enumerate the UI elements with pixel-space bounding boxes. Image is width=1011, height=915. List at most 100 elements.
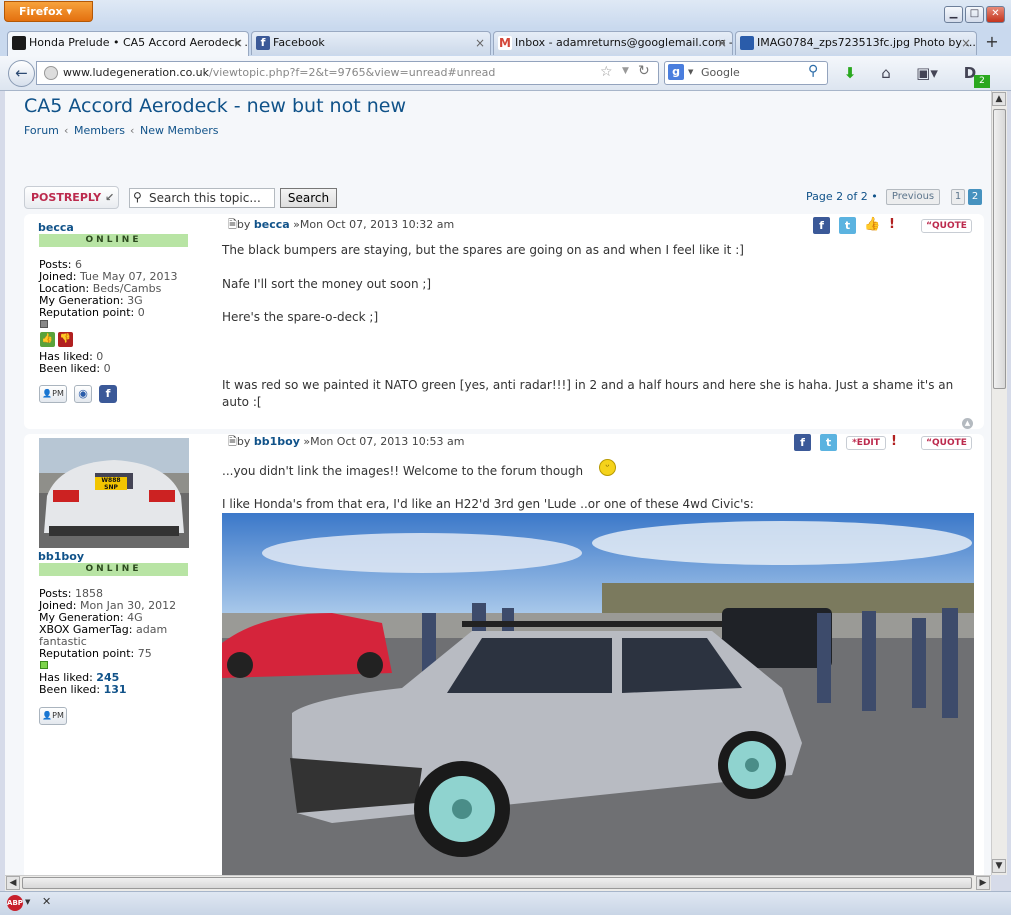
report-warning-icon[interactable]: ! [889, 217, 895, 232]
history-dropdown-icon[interactable]: ▼ [622, 66, 629, 76]
post-body-line: Nafe I'll sort the money out soon ;] [222, 277, 432, 291]
topic-title[interactable]: CA5 Accord Aerodeck - new but not new [24, 95, 406, 117]
address-bar[interactable]: www.ludegeneration.co.uk/viewtopic.php?f… [36, 61, 659, 85]
title-bar [0, 0, 1011, 28]
post-body-line: ...you didn't link the images!! Welcome … [222, 464, 584, 478]
horizontal-scroll-thumb[interactable] [22, 877, 972, 889]
quote-button[interactable]: “QUOTE [921, 436, 972, 450]
scroll-right-arrow[interactable]: ▶ [976, 876, 990, 890]
adblock-dropdown-icon[interactable]: ▼ [25, 898, 30, 906]
tab-gmail-inbox[interactable]: M Inbox - adamreturns@googlemail.com - .… [493, 31, 733, 55]
civic-photo [222, 513, 974, 875]
tab-honda-prelude[interactable]: Honda Prelude • CA5 Accord Aerodeck ... … [7, 31, 249, 56]
close-tab-icon[interactable]: × [961, 32, 971, 54]
reputation-bar-icon [40, 320, 48, 328]
facebook-profile-icon[interactable]: f [99, 385, 117, 403]
post-body-line: The black bumpers are staying, but the s… [222, 243, 744, 257]
reply-arrow-icon: ↙ [105, 191, 115, 204]
breadcrumb-separator: ‹ [130, 124, 135, 137]
close-tab-icon[interactable]: × [475, 32, 485, 54]
page-2-current: 2 [968, 189, 982, 205]
thanks-thumb-icon[interactable]: 👍 [864, 217, 880, 232]
tab-facebook[interactable]: f Facebook × [251, 31, 491, 55]
home-icon[interactable]: ⌂ [876, 63, 896, 83]
share-twitter-icon[interactable]: t [839, 217, 856, 234]
new-tab-button[interactable]: + [979, 31, 1005, 54]
online-status-badge: ONLINE [39, 234, 188, 247]
private-message-button[interactable]: 👤PM [39, 707, 67, 725]
breadcrumb-new-members[interactable]: New Members [140, 124, 218, 137]
bookmark-star-icon[interactable]: ☆ [600, 64, 613, 80]
site-identity-icon[interactable] [44, 66, 58, 80]
breadcrumb-members[interactable]: Members [74, 124, 125, 137]
post-image[interactable] [222, 513, 974, 875]
page-1-button[interactable]: 1 [951, 189, 965, 205]
edit-button[interactable]: *EDIT [846, 436, 886, 450]
close-tab-icon[interactable]: × [717, 32, 727, 54]
google-engine-icon[interactable]: g [668, 64, 684, 80]
tab-photobucket[interactable]: IMAG0784_zps723513fc.jpg Photo by ... × [735, 31, 977, 55]
scroll-down-arrow[interactable]: ▼ [992, 859, 1006, 873]
previous-page-button[interactable]: Previous [886, 189, 940, 205]
share-twitter-icon[interactable]: t [820, 434, 837, 451]
reload-icon[interactable]: ↻ [638, 63, 650, 79]
topic-search-button[interactable]: Search [280, 188, 337, 208]
minimize-button[interactable]: ▁ [944, 6, 963, 23]
online-status-badge: ONLINE [39, 563, 188, 576]
share-facebook-icon[interactable]: f [794, 434, 811, 451]
post-header: 🗎by becca »Mon Oct 07, 2013 10:32 am [228, 218, 455, 231]
scroll-up-arrow[interactable]: ▲ [992, 92, 1006, 106]
facebook-favicon-icon: f [256, 36, 270, 50]
close-tab-icon[interactable]: × [233, 32, 243, 54]
breadcrumb-forum[interactable]: Forum [24, 124, 59, 137]
post-author-link[interactable]: bb1boy [254, 435, 300, 448]
adblock-plus-icon[interactable]: ABP [7, 895, 23, 911]
like-thumb-icon[interactable]: 👍 [40, 332, 55, 347]
close-window-button[interactable]: ✕ [986, 6, 1005, 23]
profile-stats: Posts: 1858 Joined: Mon Jan 30, 2012 My … [39, 587, 177, 660]
back-to-top-icon[interactable]: ▲ [962, 418, 973, 429]
tab-title: Facebook [273, 36, 325, 49]
post-author-link[interactable]: becca [254, 218, 290, 231]
breadcrumb-separator: ‹ [64, 124, 69, 137]
photobucket-favicon-icon [740, 36, 754, 50]
vertical-scroll-thumb[interactable] [993, 109, 1006, 389]
maximize-button[interactable]: □ [965, 6, 984, 23]
scroll-left-arrow[interactable]: ◀ [6, 876, 20, 890]
tab-title: Inbox - adamreturns@googlemail.com - ... [515, 36, 733, 49]
author-name[interactable]: bb1boy [38, 550, 84, 563]
downloads-icon[interactable]: ⬇ [840, 63, 860, 83]
tab-title: IMAG0784_zps723513fc.jpg Photo by ... [757, 36, 976, 49]
engine-dropdown-icon[interactable]: ▼ [688, 68, 693, 76]
dislike-thumb-icon[interactable]: 👎 [58, 332, 73, 347]
post-body-line: It was red so we painted it NATO green [… [222, 378, 954, 409]
search-icon: ⚲ [133, 190, 142, 204]
like-stats: Has liked: 245 Been liked: 131 [39, 671, 127, 696]
search-magnifier-icon[interactable]: ⚲ [808, 63, 818, 79]
post-body-line: Here's the spare-o-deck ;] [222, 310, 379, 324]
share-facebook-icon[interactable]: f [813, 217, 830, 234]
profile-stats: Posts: 6 Joined: Tue May 07, 2013 Locati… [39, 258, 178, 319]
like-stats: Has liked: 0 Been liked: 0 [39, 350, 111, 375]
avatar-car-image [39, 438, 189, 548]
smiley-emoticon-icon: ᵕ [599, 459, 616, 476]
status-bar [0, 891, 1011, 915]
reputation-bar-icon [40, 661, 48, 669]
post-header: 🗎by bb1boy »Mon Oct 07, 2013 10:53 am [228, 435, 465, 448]
post-file-icon: 🗎 [228, 435, 237, 448]
firefox-menu-button[interactable]: Firefox ▾ [4, 1, 93, 22]
bookmarks-menu-icon[interactable]: ▣▾ [912, 63, 942, 83]
close-addon-bar-icon[interactable]: ✕ [42, 895, 51, 908]
post-file-icon: 🗎 [228, 218, 237, 231]
website-globe-icon[interactable]: ◉ [74, 385, 92, 403]
back-button[interactable]: ← [8, 60, 35, 87]
author-name[interactable]: becca [38, 221, 74, 234]
topic-search-input[interactable]: Search this topic... [129, 188, 275, 208]
post-reply-button[interactable]: POSTREPLY ↙ [24, 186, 119, 209]
addon-badge: 2 [974, 75, 990, 88]
private-message-button[interactable]: 👤PM [39, 385, 67, 403]
forum-favicon-icon [12, 36, 26, 50]
number-plate: W888 SNP [95, 477, 127, 491]
quote-button[interactable]: “QUOTE [921, 219, 972, 233]
report-warning-icon[interactable]: ! [891, 434, 897, 449]
